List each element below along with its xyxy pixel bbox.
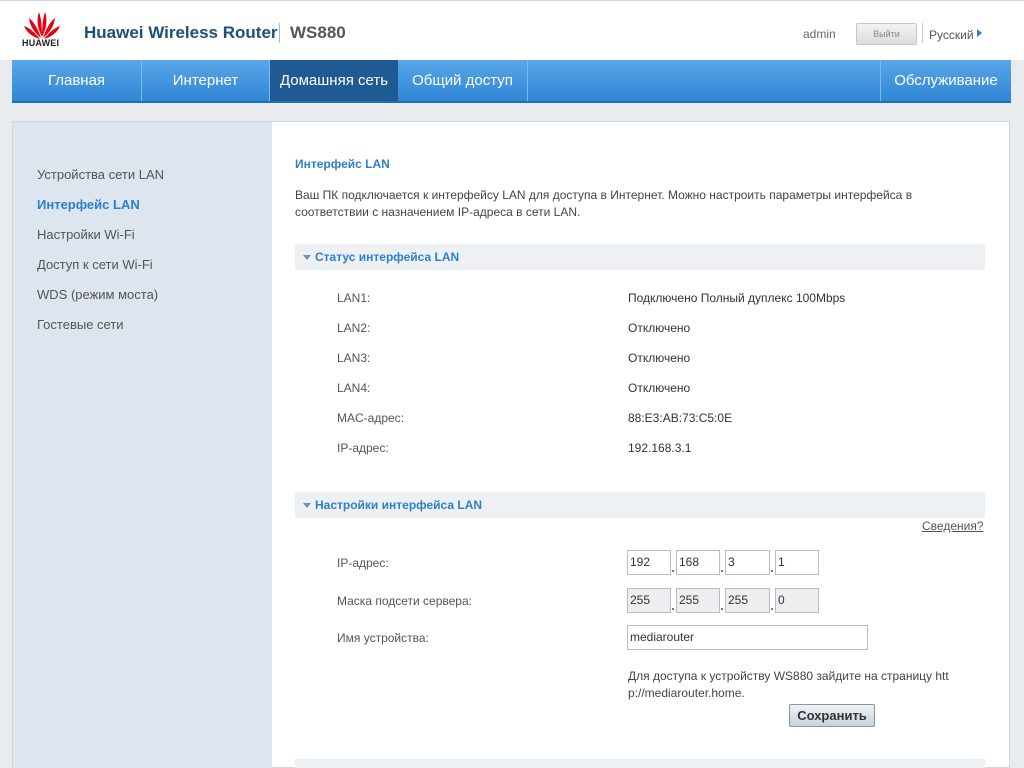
status-section-title: Статус интерфейса LAN (315, 250, 460, 264)
status-value: 88:E3:AB:73:C5:0E (628, 411, 733, 425)
mask-dot (672, 608, 674, 610)
status-label: LAN1: (337, 291, 371, 305)
language-divider (922, 23, 923, 43)
sidebar-item-wifi-access[interactable]: Доступ к сети Wi-Fi (37, 257, 153, 272)
app-title: Huawei Wireless Router (84, 23, 278, 42)
nav-divider (527, 60, 528, 101)
chevron-right-icon[interactable] (977, 29, 982, 37)
language-selector[interactable]: Русский (929, 28, 974, 42)
mask-octet-input[interactable]: 0 (775, 588, 819, 613)
ip-octet-input[interactable]: 192 (627, 550, 671, 575)
next-section-header[interactable] (295, 759, 985, 768)
status-label: LAN4: (337, 381, 371, 395)
logout-button[interactable]: Выйти (856, 23, 917, 45)
page-title: Интерфейс LAN (295, 157, 390, 171)
ip-address-label: IP-адрес: (337, 556, 389, 570)
status-value: Отключено (628, 351, 691, 365)
status-value: Отключено (628, 381, 691, 395)
brand-name: HUAWEI (22, 38, 60, 48)
settings-section-header[interactable]: Настройки интерфейса LAN (295, 492, 985, 518)
nav-home-network[interactable]: Домашняя сеть (270, 60, 398, 101)
device-name-input[interactable]: mediarouter (627, 625, 868, 650)
subnet-mask-label: Маска подсети сервера: (337, 594, 472, 608)
device-name-label: Имя устройства: (337, 631, 429, 645)
help-link[interactable]: Сведения? (922, 519, 984, 533)
nav-home[interactable]: Главная (12, 60, 141, 101)
sidebar-item-lan-devices[interactable]: Устройства сети LAN (37, 167, 164, 182)
sidebar-item-lan-interface[interactable]: Интерфейс LAN (37, 197, 140, 212)
sidebar-item-wds[interactable]: WDS (режим моста) (37, 287, 158, 302)
sidebar-item-wifi-settings[interactable]: Настройки Wi-Fi (37, 227, 135, 242)
status-label: LAN2: (337, 321, 371, 335)
nav-internet[interactable]: Интернет (142, 60, 269, 101)
model-name: WS880 (290, 23, 346, 42)
save-button[interactable]: Сохранить (789, 704, 875, 727)
ip-octet-input[interactable]: 168 (676, 550, 720, 575)
main-nav: Главная Интернет Домашняя сеть Общий дос… (12, 60, 1011, 103)
collapse-arrow-icon[interactable] (303, 255, 311, 260)
status-label: MAC-адрес: (337, 411, 405, 425)
nav-maintenance[interactable]: Обслуживание (881, 60, 1011, 101)
mask-octet-input: 255 (627, 588, 671, 613)
mask-dot (721, 608, 723, 610)
status-label: IP-адрес: (337, 441, 389, 455)
mask-dot (771, 608, 773, 610)
ip-octet-input[interactable]: 1 (775, 550, 819, 575)
ip-dot (672, 570, 674, 572)
nav-sharing[interactable]: Общий доступ (399, 60, 526, 101)
ip-dot (771, 570, 773, 572)
status-label: LAN3: (337, 351, 371, 365)
status-section-header[interactable]: Статус интерфейса LAN (295, 244, 985, 270)
sidebar (13, 122, 272, 768)
collapse-arrow-icon[interactable] (303, 503, 311, 508)
settings-section-title: Настройки интерфейса LAN (315, 498, 483, 512)
ip-dot (721, 570, 723, 572)
username: admin (803, 27, 836, 41)
status-value: 192.168.3.1 (628, 441, 692, 455)
sidebar-item-guest-networks[interactable]: Гостевые сети (37, 317, 124, 332)
header: HUAWEI Huawei Wireless Router WS880 admi… (0, 0, 1024, 60)
page-description: Ваш ПК подключается к интерфейсу LAN для… (295, 188, 913, 219)
access-hint: Для доступа к устройству WS880 зайдите н… (628, 669, 949, 700)
ip-octet-input[interactable]: 3 (725, 550, 770, 575)
mask-octet-input: 255 (725, 588, 770, 613)
title-divider (279, 23, 280, 43)
status-value: Отключено (628, 321, 691, 335)
mask-octet-input: 255 (676, 588, 720, 613)
status-value: Подключено Полный дуплекс 100Mbps (628, 291, 846, 305)
